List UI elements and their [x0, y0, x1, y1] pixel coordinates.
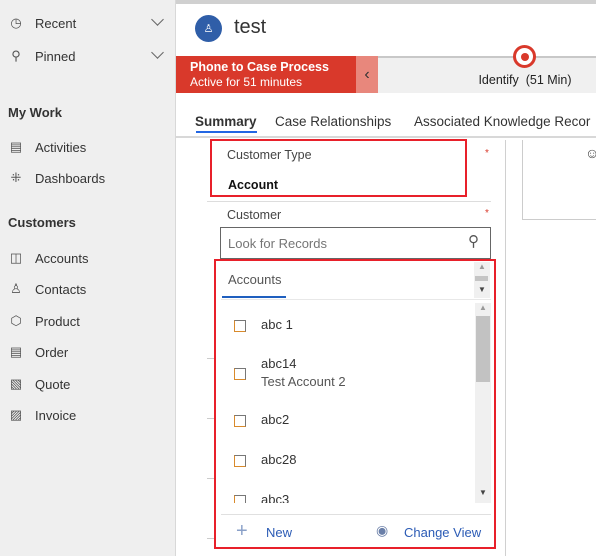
- sidebar-item-label: Dashboards: [35, 170, 106, 186]
- person-icon: ♙: [10, 281, 22, 296]
- dropdown-highlight: [214, 259, 496, 549]
- customer-lookup-input[interactable]: [220, 227, 491, 259]
- chevron-left-icon[interactable]: ‹: [356, 56, 378, 93]
- sidebar-item-label: Invoice: [35, 407, 77, 423]
- customer-type-label: Customer Type: [227, 148, 312, 162]
- smiley-icon[interactable]: ☺: [585, 145, 596, 161]
- document-icon: ▤: [9, 344, 23, 359]
- quote-icon: ▧: [9, 376, 23, 391]
- stage-label[interactable]: Identify (51 Min): [470, 73, 580, 87]
- sidebar-item-accounts[interactable]: ◫ Accounts: [8, 246, 168, 270]
- required-icon: *: [485, 208, 489, 219]
- top-border: [176, 0, 596, 4]
- process-name: Phone to Case Process: [190, 60, 329, 74]
- tab-case-relationships[interactable]: Case Relationships: [275, 114, 391, 129]
- search-icon[interactable]: ⚲: [468, 232, 479, 250]
- clock-icon: ◷: [10, 15, 22, 30]
- sidebar-item-label: Activities: [35, 139, 87, 155]
- sidebar-item-pinned[interactable]: ⚲ Pinned: [8, 44, 168, 68]
- sidebar-item-label: Contacts: [35, 281, 87, 297]
- sidebar: ◷ Recent ⚲ Pinned My Work ▤ Activities ⁜ Das…: [0, 0, 176, 556]
- record-avatar-icon: ♙: [195, 15, 222, 42]
- active-tab-indicator: [196, 131, 257, 133]
- sidebar-item-label: Product: [35, 313, 80, 329]
- column-divider: [505, 140, 506, 556]
- sidebar-item-label: Pinned: [35, 48, 76, 64]
- cube-icon: ⬡: [10, 313, 22, 328]
- stage-line: [378, 56, 596, 58]
- pin-icon: ⚲: [11, 48, 21, 63]
- clipboard-icon: ▤: [9, 139, 23, 154]
- tab-summary[interactable]: Summary: [195, 114, 257, 129]
- process-flag[interactable]: Phone to Case Process Active for 51 minu…: [176, 56, 356, 93]
- sidebar-item-label: Accounts: [35, 250, 89, 266]
- sidebar-item-recent[interactable]: ◷ Recent: [8, 11, 168, 35]
- chevron-down-icon[interactable]: [151, 46, 164, 59]
- process-status: Active for 51 minutes: [190, 75, 303, 89]
- active-stage-icon[interactable]: [513, 45, 536, 68]
- invoice-icon: ▨: [9, 407, 23, 422]
- sidebar-item-quote[interactable]: ▧ Quote: [8, 372, 168, 396]
- divider: [176, 136, 596, 138]
- record-title: test: [234, 16, 267, 38]
- section-customers: Customers: [8, 215, 76, 230]
- sidebar-item-label: Order: [35, 344, 69, 360]
- dashboard-icon: ⁜: [10, 170, 22, 185]
- field-tick: [207, 418, 214, 419]
- field-tick: [207, 478, 214, 479]
- account-icon: ◫: [9, 250, 23, 265]
- sidebar-item-contacts[interactable]: ♙ Contacts: [8, 277, 168, 301]
- stage-time: (51 Min): [525, 73, 572, 87]
- sidebar-item-label: Recent: [35, 15, 77, 31]
- field-tick: [207, 538, 214, 539]
- sidebar-item-label: Quote: [35, 376, 71, 392]
- sidebar-item-product[interactable]: ⬡ Product: [8, 309, 168, 333]
- sidebar-item-activities[interactable]: ▤ Activities: [8, 135, 168, 159]
- customer-label: Customer: [227, 208, 282, 222]
- side-card: ☺: [522, 140, 596, 220]
- field-separator: [207, 201, 491, 202]
- tab-associated-knowledge[interactable]: Associated Knowledge Recor: [414, 114, 590, 129]
- required-icon: *: [485, 148, 489, 159]
- sidebar-item-invoice[interactable]: ▨ Invoice: [8, 403, 168, 427]
- stage-name: Identify: [478, 73, 519, 87]
- field-tick: [207, 358, 214, 359]
- chevron-down-icon[interactable]: [151, 13, 164, 26]
- sidebar-item-order[interactable]: ▤ Order: [8, 340, 168, 364]
- section-my-work: My Work: [8, 105, 62, 120]
- sidebar-item-dashboards[interactable]: ⁜ Dashboards: [8, 166, 168, 190]
- customer-type-value[interactable]: Account: [228, 178, 278, 192]
